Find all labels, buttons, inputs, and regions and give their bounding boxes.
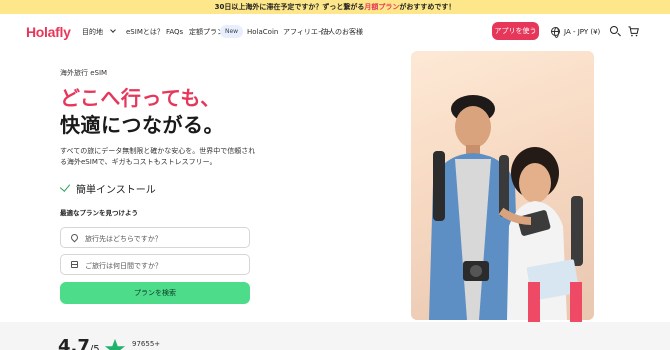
search-icon[interactable]	[610, 26, 618, 34]
cart-icon[interactable]	[628, 26, 639, 37]
trip-days-field[interactable]: ご旅行は何日間ですか？	[60, 254, 250, 275]
rating-score: 4.7/5	[58, 336, 100, 350]
promo-banner[interactable]: 30日以上海外に滞在予定ですか？ずっと繋がる月額プランがおすすめです！	[0, 0, 670, 14]
banner-text: 30日以上海外に滞在予定ですか？ずっと繋がる	[214, 3, 365, 11]
nav-item-flat-plan[interactable]: 定額プラン	[189, 28, 224, 37]
hero-description: すべての旅にデータ無制限と確かな安心を。世界中で信頼される海外eSIMで、ギガも…	[60, 147, 256, 166]
destination-placeholder: 旅行先はどちらですか？	[85, 235, 162, 243]
rating-value: 4.7	[58, 336, 90, 350]
hero-headline-line2: 快適につながる。	[60, 113, 224, 137]
chevron-down-icon	[110, 27, 116, 33]
hero-headline-line1: どこへ行っても、	[60, 86, 221, 110]
travelers-illustration	[429, 95, 583, 320]
new-badge: New	[220, 25, 244, 38]
find-plan-label: 最適なプランを見つけよう	[60, 209, 138, 217]
days-placeholder: ご旅行は何日間ですか？	[85, 262, 162, 270]
banner-text-end: がおすすめです！	[399, 3, 456, 11]
search-plans-button[interactable]: プランを検索	[60, 282, 250, 304]
nav-label: 目的地	[82, 28, 103, 36]
rating-out-of: /5	[89, 344, 100, 350]
review-count: 97655+	[132, 340, 161, 348]
nav-item-what-is-esim[interactable]: eSIMとは？	[126, 28, 164, 37]
nav-item-faqs[interactable]: FAQs	[166, 28, 183, 37]
language-currency-selector[interactable]: JA - JPY (¥)	[564, 28, 600, 36]
nav-item-business[interactable]: 法人のお客様	[321, 28, 363, 37]
globe-icon[interactable]	[551, 27, 560, 38]
use-app-button[interactable]: アプリを使う	[492, 22, 539, 40]
destination-field[interactable]: 旅行先はどちらですか？	[60, 227, 250, 248]
rating-strip	[0, 322, 670, 350]
nav-item-holacoin[interactable]: HolaCoin	[247, 28, 278, 37]
check-icon	[59, 181, 71, 192]
banner-highlight: 月額プラン	[364, 3, 400, 11]
calendar-icon	[71, 261, 78, 268]
nav-item-destinations[interactable]: 目的地	[82, 27, 116, 37]
holafly-logo[interactable]: Holafly	[26, 24, 71, 40]
star-icon	[104, 338, 126, 350]
feature-easy-install: 簡単インストール	[76, 185, 156, 196]
location-pin-icon	[69, 232, 80, 243]
hero-eyebrow: 海外旅行 eSIM	[60, 69, 108, 77]
top-nav: Holafly 目的地 eSIMとは？ FAQs 定額プラン New HolaC…	[0, 14, 670, 50]
hero-image	[411, 51, 594, 320]
